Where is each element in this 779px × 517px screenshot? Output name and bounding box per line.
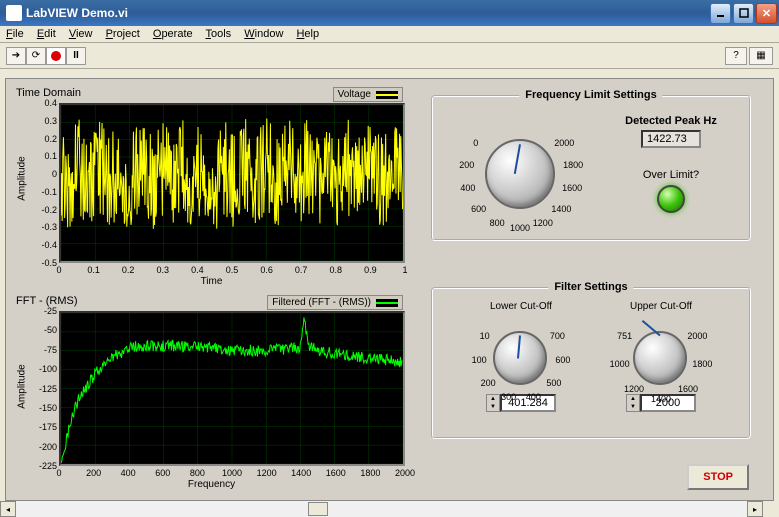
legend-label: Voltage bbox=[338, 89, 371, 100]
legend-swatch bbox=[376, 299, 398, 307]
abort-button[interactable] bbox=[46, 47, 66, 65]
help-button[interactable]: ? bbox=[725, 47, 747, 65]
lower-cutoff-spinner[interactable]: ▲▼ bbox=[486, 394, 500, 412]
window-title: LabVIEW Demo.vi bbox=[26, 6, 710, 20]
menu-edit[interactable]: Edit bbox=[37, 28, 56, 40]
over-limit-led bbox=[657, 185, 685, 213]
menu-help[interactable]: Help bbox=[296, 28, 319, 40]
limit-dial-group: 0200400600800100012001400160018002000 bbox=[455, 117, 585, 227]
panel-title: Frequency Limit Settings bbox=[519, 89, 662, 101]
chart-legend[interactable]: Filtered (FFT - (RMS)) bbox=[267, 295, 403, 310]
menu-bar: File Edit View Project Operate Tools Win… bbox=[0, 26, 779, 43]
plot-area[interactable] bbox=[59, 103, 405, 263]
detected-peak-label: Detected Peak Hz bbox=[611, 115, 731, 127]
frequency-limit-dial[interactable] bbox=[485, 139, 555, 209]
lower-cutoff-label: Lower Cut-Off bbox=[451, 301, 591, 312]
legend-label: Filtered (FFT - (RMS)) bbox=[272, 297, 371, 308]
run-continuous-button[interactable]: ⟳ bbox=[26, 47, 46, 65]
y-axis-label: Amplitude bbox=[17, 156, 28, 200]
legend-swatch bbox=[376, 91, 398, 99]
menu-project[interactable]: Project bbox=[106, 28, 140, 40]
time-domain-chart: Time Domain Voltage Amplitude 0.40.30.20… bbox=[14, 87, 409, 287]
window-titlebar: LabVIEW Demo.vi ✕ bbox=[0, 0, 779, 26]
pause-button[interactable]: II bbox=[66, 47, 86, 65]
panel-title: Filter Settings bbox=[548, 281, 633, 293]
upper-cutoff-spinner[interactable]: ▲▼ bbox=[626, 394, 640, 412]
x-axis-label: Frequency bbox=[188, 479, 235, 490]
stop-button[interactable]: STOP bbox=[687, 464, 749, 490]
upper-cutoff-dial[interactable] bbox=[633, 331, 687, 385]
front-panel: Time Domain Voltage Amplitude 0.40.30.20… bbox=[5, 78, 774, 501]
scrollbar-corner bbox=[763, 501, 779, 517]
menu-operate[interactable]: Operate bbox=[153, 28, 193, 40]
plot-area[interactable] bbox=[59, 311, 405, 466]
toolbar: ➔ ⟳ II ? ▦ bbox=[0, 43, 779, 69]
dial-needle bbox=[517, 335, 521, 358]
minimize-button[interactable] bbox=[710, 3, 731, 24]
close-button[interactable]: ✕ bbox=[756, 3, 777, 24]
fft-chart: FFT - (RMS) Filtered (FFT - (RMS)) Ampli… bbox=[14, 295, 409, 490]
menu-window[interactable]: Window bbox=[244, 28, 283, 40]
menu-tools[interactable]: Tools bbox=[206, 28, 232, 40]
horizontal-scrollbar[interactable]: ◂ ▸ bbox=[0, 501, 763, 517]
detected-peak-display: 1422.73 bbox=[641, 130, 701, 148]
block-diagram-button[interactable]: ▦ bbox=[749, 47, 773, 65]
dial-needle bbox=[514, 144, 521, 174]
maximize-button[interactable] bbox=[733, 3, 754, 24]
lower-cutoff-dial[interactable] bbox=[493, 331, 547, 385]
menu-view[interactable]: View bbox=[69, 28, 93, 40]
menu-file[interactable]: File bbox=[6, 28, 24, 40]
app-icon bbox=[6, 5, 22, 21]
y-axis-label: Amplitude bbox=[17, 364, 28, 408]
x-axis-label: Time bbox=[201, 276, 223, 287]
frequency-limit-panel: Frequency Limit Settings 020040060080010… bbox=[431, 95, 751, 241]
over-limit-label: Over Limit? bbox=[611, 169, 731, 181]
chart-legend[interactable]: Voltage bbox=[333, 87, 403, 102]
run-button[interactable]: ➔ bbox=[6, 47, 26, 65]
upper-cutoff-label: Upper Cut-Off bbox=[591, 301, 731, 312]
filter-settings-panel: Filter Settings Lower Cut-Off 1010020030… bbox=[431, 287, 751, 439]
